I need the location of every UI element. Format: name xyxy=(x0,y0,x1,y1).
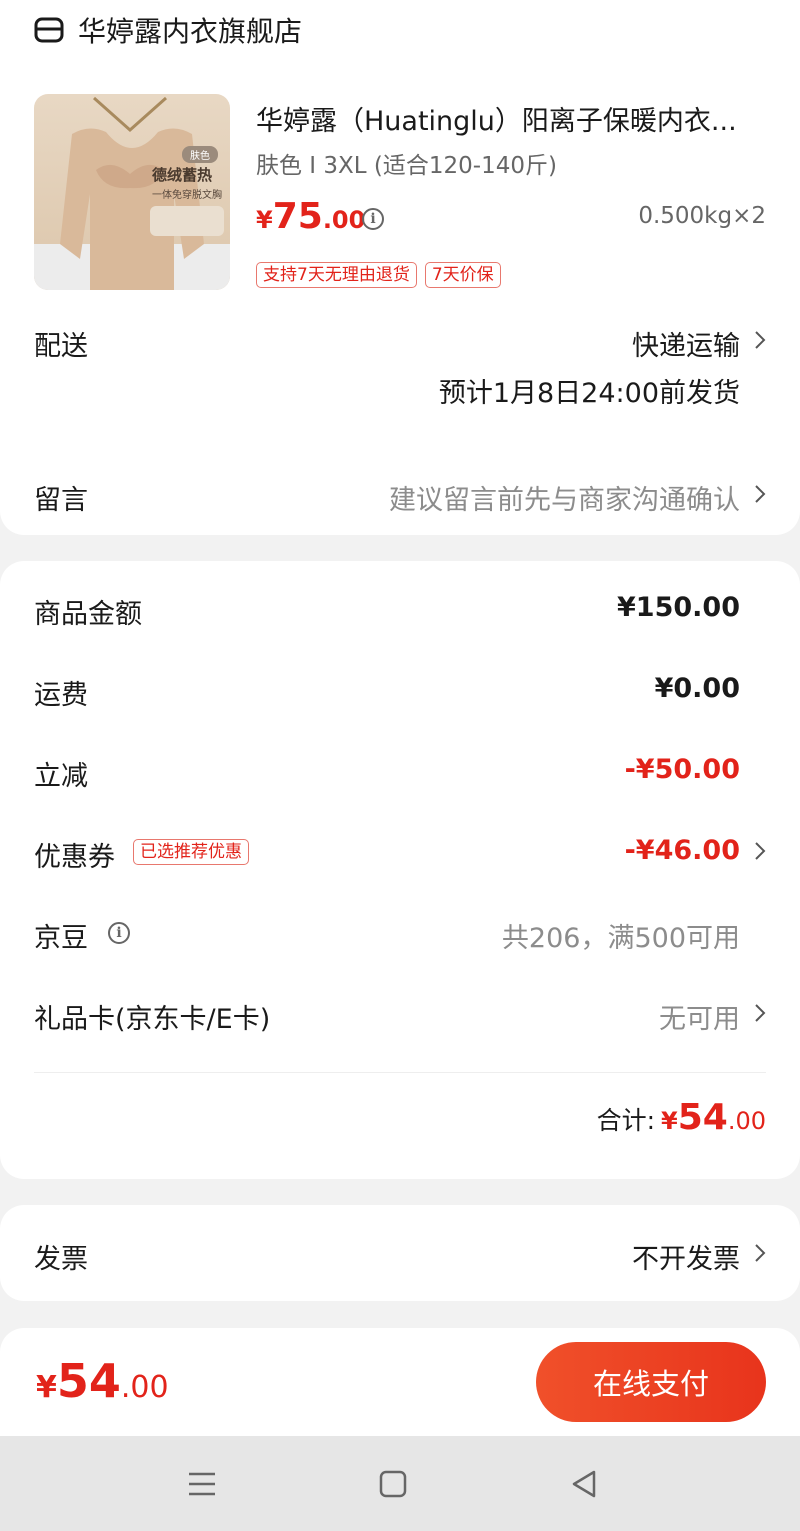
product-image[interactable]: 肤色 德绒蓄热 一体免穿脱文胸 xyxy=(34,94,230,290)
delivery-eta: 预计1月8日24:00前发货 xyxy=(438,378,740,409)
beans-info-icon[interactable]: i xyxy=(108,922,130,944)
price-info-icon[interactable]: i xyxy=(362,208,384,230)
coupon-tag: 已选推荐优惠 xyxy=(133,839,249,865)
delivery-label: 配送 xyxy=(34,331,88,362)
beans-label: 京豆 xyxy=(34,923,88,954)
store-icon xyxy=(34,17,64,43)
store-name: 华婷露内衣旗舰店 xyxy=(78,15,303,48)
back-icon[interactable] xyxy=(568,1468,600,1500)
delivery-chevron-icon[interactable] xyxy=(754,330,766,350)
product-spec[interactable]: 肤色 I 3XL (适合120-140斤) xyxy=(256,146,557,180)
goods-amount-value: ¥150.00 xyxy=(617,592,740,623)
total-label: 合计: xyxy=(596,1106,656,1135)
detail-swatch xyxy=(150,206,224,236)
invoice-label: 发票 xyxy=(34,1244,88,1275)
home-icon[interactable] xyxy=(377,1468,409,1500)
product-price: ¥ 75 .00 xyxy=(256,196,365,237)
giftcard-value[interactable]: 无可用 xyxy=(659,997,740,1036)
price-int: 75 xyxy=(272,196,323,237)
pay-online-button[interactable]: 在线支付 xyxy=(536,1342,766,1422)
pay-symbol: ¥ xyxy=(36,1370,57,1405)
message-chevron-icon[interactable] xyxy=(754,484,766,504)
product-weight-qty: 0.500kg×2 xyxy=(638,203,766,229)
system-nav-bar xyxy=(0,1436,800,1531)
store-header[interactable]: 华婷露内衣旗舰店 xyxy=(34,10,302,50)
menu-icon[interactable] xyxy=(186,1468,218,1500)
invoice-value[interactable]: 不开发票 xyxy=(632,1237,740,1276)
price-dec: .00 xyxy=(322,206,366,234)
shipping-value: ¥0.00 xyxy=(654,673,740,704)
giftcard-chevron-icon[interactable] xyxy=(754,1003,766,1023)
discount-value: -¥50.00 xyxy=(624,754,740,785)
total-row: 合计: ¥ 54 .00 xyxy=(597,1097,766,1138)
image-subcaption: 一体免穿脱文胸 xyxy=(152,190,222,201)
coupon-value[interactable]: -¥46.00 xyxy=(625,835,740,866)
pay-amount: ¥ 54 .00 xyxy=(36,1354,169,1408)
coupon-label: 优惠券 xyxy=(34,842,115,873)
giftcard-label: 礼品卡(京东卡/E卡) xyxy=(34,1004,271,1035)
pay-int: 54 xyxy=(56,1354,121,1408)
image-badge: 肤色 xyxy=(182,146,218,163)
total-symbol: ¥ xyxy=(661,1107,678,1135)
message-input[interactable]: 建议留言前先与商家沟通确认 xyxy=(389,478,740,517)
invoice-chevron-icon[interactable] xyxy=(754,1243,766,1263)
discount-label: 立减 xyxy=(34,761,88,792)
total-dec: .00 xyxy=(727,1107,766,1135)
beans-value: 共206，满500可用 xyxy=(501,923,740,954)
service-tags: 支持7天无理由退货 7天价保 xyxy=(256,262,501,288)
summary-divider xyxy=(34,1072,766,1073)
total-int: 54 xyxy=(677,1097,728,1138)
tag-return: 支持7天无理由退货 xyxy=(256,262,417,288)
price-summary-card xyxy=(0,561,800,1179)
goods-amount-label: 商品金额 xyxy=(34,599,142,630)
delivery-method[interactable]: 快递运输 xyxy=(632,324,740,363)
product-title[interactable]: 华婷露（Huatinglu）阳离子保暖内衣... xyxy=(256,99,768,138)
price-symbol: ¥ xyxy=(256,206,273,234)
coupon-chevron-icon[interactable] xyxy=(754,841,766,861)
shipping-label: 运费 xyxy=(34,680,88,711)
tag-price-protect: 7天价保 xyxy=(424,262,501,288)
image-caption: 德绒蓄热 xyxy=(152,166,213,184)
pay-dec: .00 xyxy=(120,1370,169,1405)
message-label: 留言 xyxy=(34,485,88,516)
